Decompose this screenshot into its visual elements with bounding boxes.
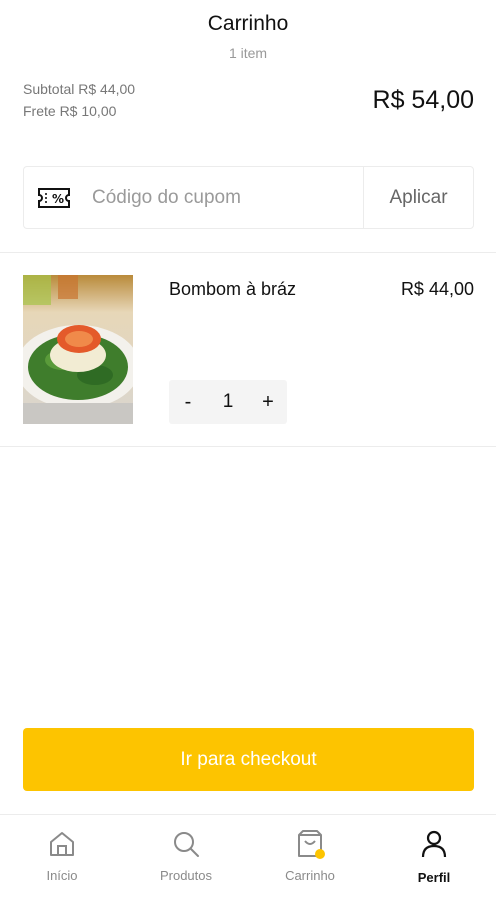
increment-button[interactable]: +: [249, 380, 287, 424]
divider: [0, 446, 496, 447]
user-icon: [421, 830, 447, 858]
tab-carrinho[interactable]: Carrinho: [248, 815, 372, 900]
bottom-tab-bar: Início Produtos Carrinho Perfil: [0, 814, 496, 900]
divider: [0, 252, 496, 253]
tab-label: Carrinho: [285, 868, 335, 883]
cart-item: Bombom à bráz R$ 44,00 - 1 +: [23, 275, 474, 425]
product-price: R$ 44,00: [400, 279, 474, 299]
product-image[interactable]: [23, 275, 133, 424]
page-title: Carrinho: [207, 12, 289, 35]
decrement-button[interactable]: -: [169, 380, 207, 424]
search-icon: [174, 832, 199, 857]
order-summary: Subtotal R$ 44,00 Frete R$ 10,00 R$ 54,0…: [23, 78, 474, 128]
quantity-stepper: - 1 +: [169, 380, 287, 424]
product-name: Bombom à bráz: [169, 279, 297, 299]
header: Carrinho 1 item: [0, 0, 496, 70]
cart-bag-icon: [298, 830, 325, 859]
quantity-value: 1: [222, 391, 234, 412]
tab-perfil[interactable]: Perfil: [372, 815, 496, 900]
tab-inicio[interactable]: Início: [0, 815, 124, 900]
tab-label: Produtos: [159, 868, 213, 883]
coupon-box: % Aplicar: [23, 166, 474, 229]
tab-produtos[interactable]: Produtos: [124, 815, 248, 900]
total-price: R$ 54,00: [372, 86, 474, 114]
home-icon: [50, 832, 74, 856]
tab-label: Perfil: [417, 870, 451, 885]
apply-coupon-button[interactable]: Aplicar: [363, 167, 473, 228]
item-count: 1 item: [228, 45, 268, 61]
svg-text:%: %: [52, 192, 64, 206]
checkout-button[interactable]: Ir para checkout: [23, 728, 474, 791]
tab-label: Início: [46, 868, 78, 883]
ticket-percent-icon: %: [38, 188, 70, 208]
coupon-input[interactable]: [92, 167, 362, 228]
